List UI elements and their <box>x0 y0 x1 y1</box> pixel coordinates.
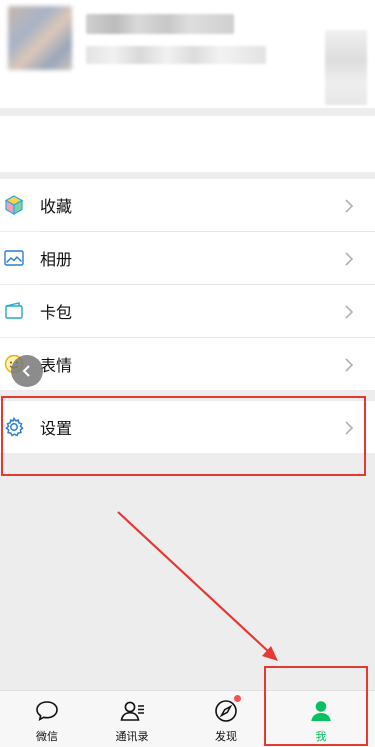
tab-label: 通讯录 <box>115 730 149 743</box>
tab-discover[interactable]: 发现 <box>179 691 273 747</box>
tab-label: 微信 <box>36 730 58 743</box>
chat-bubble-icon <box>33 697 61 725</box>
annotation-arrow <box>117 511 278 661</box>
contacts-icon <box>118 697 146 725</box>
tab-chats[interactable]: 微信 <box>0 691 94 747</box>
notification-dot <box>234 695 241 702</box>
tab-contacts[interactable]: 通讯录 <box>85 691 179 747</box>
tab-label: 发现 <box>215 730 237 743</box>
annotation-highlight-me-tab <box>264 666 368 746</box>
